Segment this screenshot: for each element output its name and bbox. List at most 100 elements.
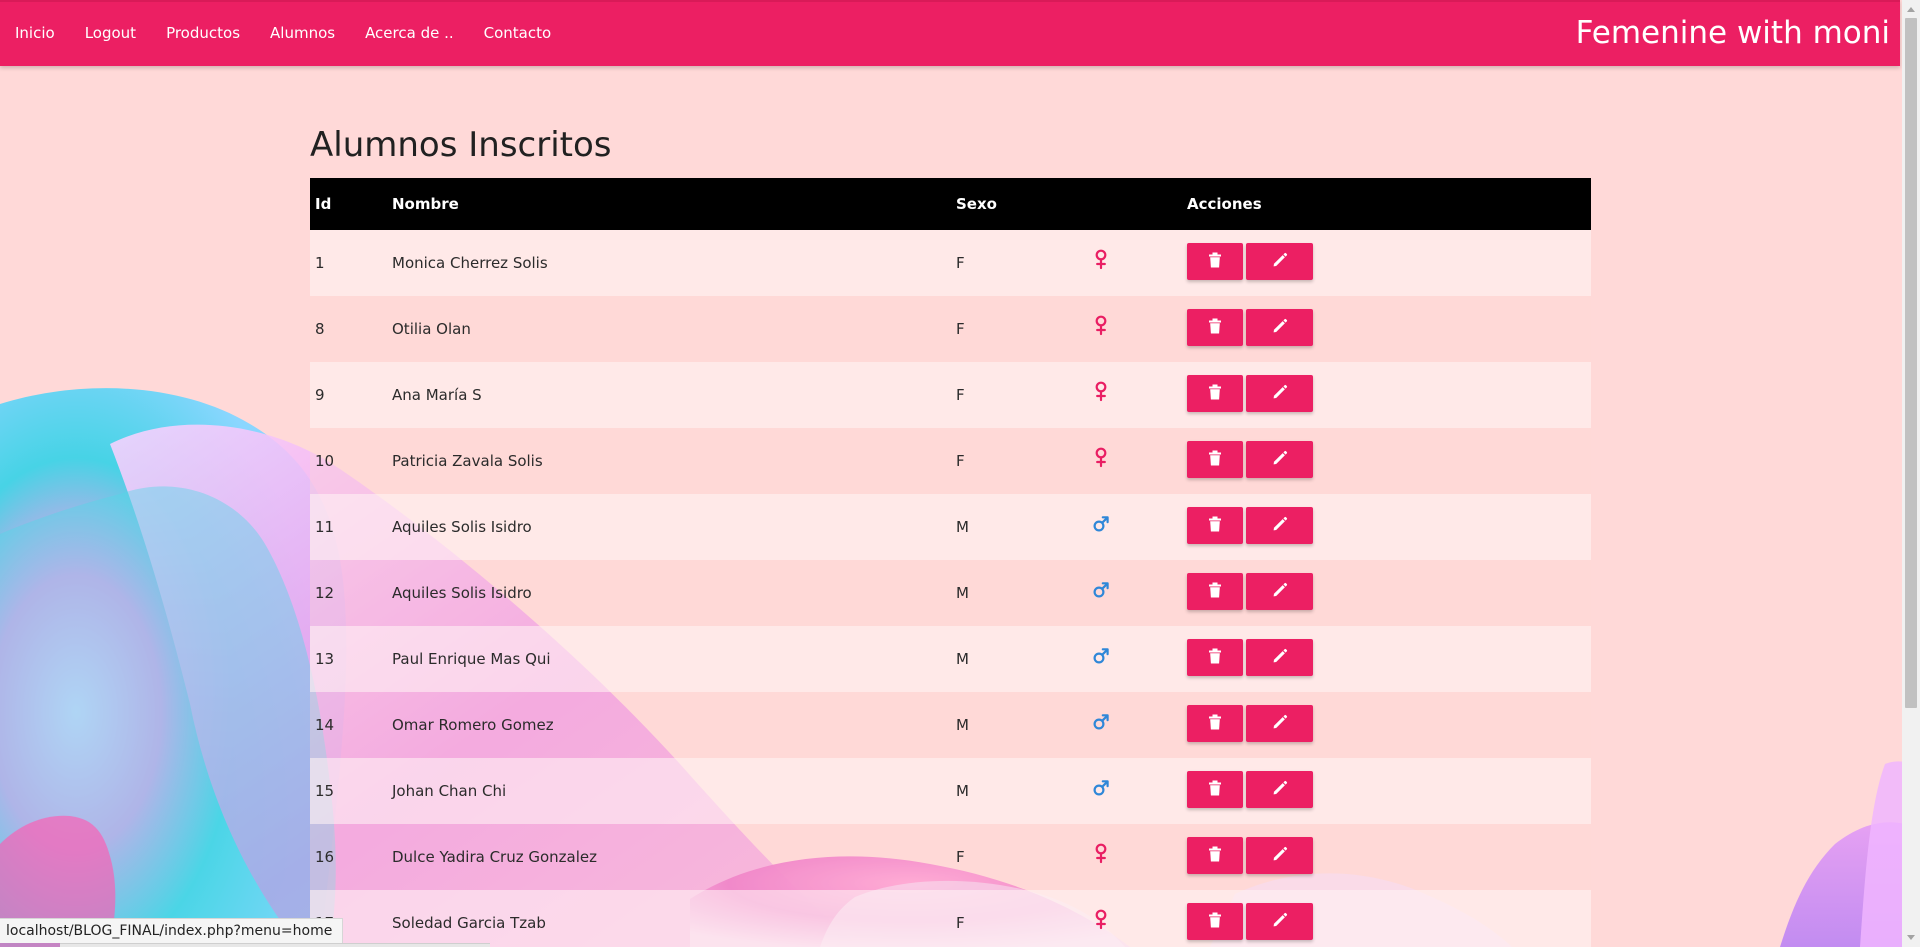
table-row: 14 Omar Romero Gomez M <box>310 692 1591 758</box>
browser-status-url: localhost/BLOG_FINAL/index.php?menu=home <box>0 918 344 943</box>
table-row: 8 Otilia Olan F <box>310 296 1591 362</box>
pencil-icon <box>1272 846 1288 865</box>
main-content: Alumnos Inscritos Id Nombre Sexo Accione… <box>310 112 1591 947</box>
scroll-down-arrow-icon[interactable] <box>1907 935 1915 940</box>
pencil-icon <box>1272 384 1288 403</box>
cell-nombre: Johan Chan Chi <box>392 782 507 800</box>
status-bar-edge <box>60 943 490 947</box>
cell-id: 12 <box>315 584 335 602</box>
cell-sex-icon <box>1081 362 1182 428</box>
delete-button[interactable] <box>1187 242 1243 280</box>
cell-nombre: Ana María S <box>392 386 482 404</box>
edit-button[interactable] <box>1246 902 1313 940</box>
cell-sex-icon <box>1081 428 1182 494</box>
pencil-icon <box>1272 648 1288 667</box>
edit-button[interactable] <box>1246 440 1313 478</box>
students-table: Id Nombre Sexo Acciones 1 Monica Cherrez … <box>310 178 1591 947</box>
trash-icon <box>1208 384 1222 403</box>
cell-acciones <box>1182 560 1591 626</box>
cell-acciones <box>1182 230 1591 296</box>
male-icon <box>1092 578 1110 600</box>
table-row: 13 Paul Enrique Mas Qui M <box>310 626 1591 692</box>
pencil-icon <box>1272 582 1288 601</box>
cell-sex-icon <box>1081 296 1182 362</box>
edit-button[interactable] <box>1246 704 1313 742</box>
edit-button[interactable] <box>1246 374 1313 412</box>
edit-button[interactable] <box>1246 308 1313 346</box>
pencil-icon <box>1272 252 1288 271</box>
edit-button[interactable] <box>1246 638 1313 676</box>
cell-sex-icon <box>1081 692 1182 758</box>
delete-button[interactable] <box>1187 440 1243 478</box>
brand-title[interactable]: Femenine with moni <box>1576 0 1890 66</box>
trash-icon <box>1208 252 1222 271</box>
scroll-thumb[interactable] <box>1905 18 1917 708</box>
cell-nombre: Dulce Yadira Cruz Gonzalez <box>392 848 598 866</box>
female-icon <box>1092 380 1110 402</box>
delete-button[interactable] <box>1187 704 1243 742</box>
cell-sexo: F <box>956 386 965 404</box>
nav-item-inicio[interactable]: Inicio <box>15 24 55 42</box>
cell-sex-icon <box>1081 560 1182 626</box>
main-navigation: Inicio Logout Productos Alumnos Acerca d… <box>15 0 551 66</box>
edit-button[interactable] <box>1246 242 1313 280</box>
cell-nombre: Soledad Garcia Tzab <box>392 914 546 932</box>
delete-button[interactable] <box>1187 374 1243 412</box>
delete-button[interactable] <box>1187 506 1243 544</box>
female-icon <box>1092 908 1110 930</box>
trash-icon <box>1208 318 1222 337</box>
delete-button[interactable] <box>1187 638 1243 676</box>
delete-button[interactable] <box>1187 308 1243 346</box>
nav-item-acerca-de[interactable]: Acerca de .. <box>365 24 454 42</box>
cell-sexo: M <box>956 518 969 536</box>
cell-sex-icon <box>1081 494 1182 560</box>
edit-button[interactable] <box>1246 770 1313 808</box>
cell-acciones <box>1182 626 1591 692</box>
table-row: 16 Dulce Yadira Cruz Gonzalez F <box>310 824 1591 890</box>
pencil-icon <box>1272 912 1288 931</box>
delete-button[interactable] <box>1187 902 1243 940</box>
trash-icon <box>1208 912 1222 931</box>
nav-item-logout[interactable]: Logout <box>85 24 136 42</box>
cell-sexo: M <box>956 584 969 602</box>
trash-icon <box>1208 516 1222 535</box>
cell-id: 16 <box>315 848 335 866</box>
delete-button[interactable] <box>1187 770 1243 808</box>
male-icon <box>1092 776 1110 798</box>
nav-item-alumnos[interactable]: Alumnos <box>270 24 335 42</box>
female-icon <box>1092 446 1110 468</box>
cell-sexo: F <box>956 452 965 470</box>
delete-button[interactable] <box>1187 572 1243 610</box>
pencil-icon <box>1272 714 1288 733</box>
female-icon <box>1092 248 1110 270</box>
trash-icon <box>1208 582 1222 601</box>
cell-acciones <box>1182 824 1591 890</box>
nav-item-contacto[interactable]: Contacto <box>484 24 552 42</box>
table-row: 1 Monica Cherrez Solis F <box>310 230 1591 296</box>
nav-item-productos[interactable]: Productos <box>166 24 240 42</box>
cell-sexo: F <box>956 320 965 338</box>
cell-acciones <box>1182 758 1591 824</box>
edit-button[interactable] <box>1246 572 1313 610</box>
cell-acciones <box>1182 362 1591 428</box>
cell-id: 8 <box>315 320 325 338</box>
cell-nombre: Monica Cherrez Solis <box>392 254 548 272</box>
cell-sex-icon <box>1081 758 1182 824</box>
cell-acciones <box>1182 890 1591 947</box>
vertical-scrollbar[interactable] <box>1902 0 1920 947</box>
cell-sexo: M <box>956 782 969 800</box>
table-row: 11 Aquiles Solis Isidro M <box>310 494 1591 560</box>
scroll-up-arrow-icon[interactable] <box>1907 7 1915 12</box>
column-header-nombre: Nombre <box>392 195 459 213</box>
trash-icon <box>1208 450 1222 469</box>
table-row: 9 Ana María S F <box>310 362 1591 428</box>
cell-nombre: Aquiles Solis Isidro <box>392 584 532 602</box>
cell-sexo: F <box>956 848 965 866</box>
cell-acciones <box>1182 494 1591 560</box>
cell-id: 11 <box>315 518 335 536</box>
edit-button[interactable] <box>1246 836 1313 874</box>
cell-nombre: Aquiles Solis Isidro <box>392 518 532 536</box>
trash-icon <box>1208 846 1222 865</box>
delete-button[interactable] <box>1187 836 1243 874</box>
edit-button[interactable] <box>1246 506 1313 544</box>
